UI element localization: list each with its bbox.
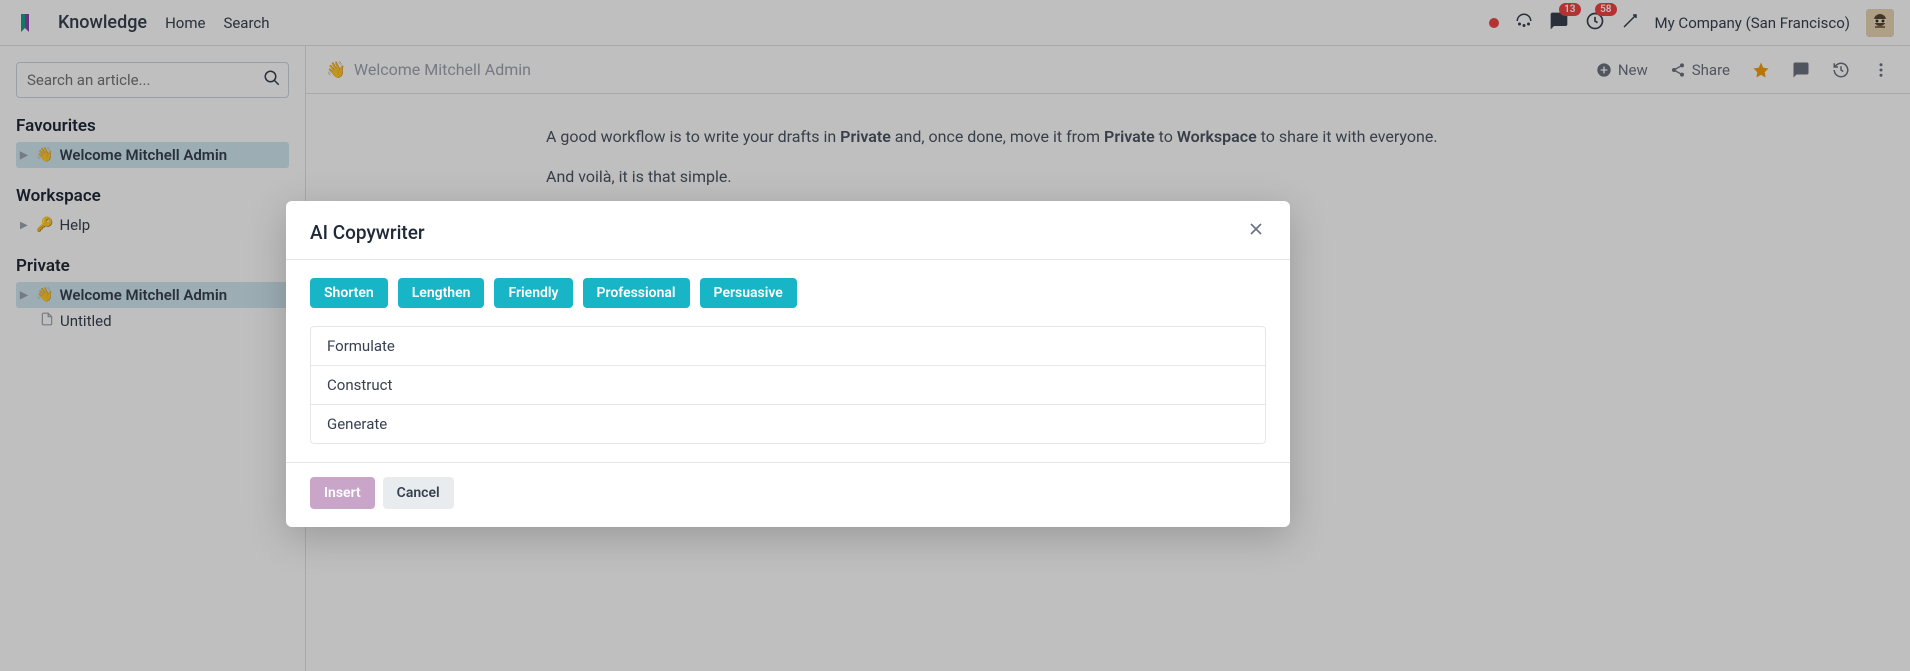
modal-header: AI Copywriter — [286, 201, 1290, 260]
cancel-button[interactable]: Cancel — [383, 477, 454, 509]
tone-pill-row: Shorten Lengthen Friendly Professional P… — [310, 278, 1266, 308]
suggestion-generate[interactable]: Generate — [311, 405, 1265, 443]
suggestion-list: Formulate Construct Generate — [310, 326, 1266, 444]
modal-footer: Insert Cancel — [286, 462, 1290, 527]
pill-persuasive[interactable]: Persuasive — [700, 278, 797, 308]
modal-title: AI Copywriter — [310, 221, 425, 244]
close-icon[interactable] — [1246, 219, 1266, 245]
pill-professional[interactable]: Professional — [583, 278, 690, 308]
suggestion-construct[interactable]: Construct — [311, 366, 1265, 405]
ai-copywriter-modal: AI Copywriter Shorten Lengthen Friendly … — [286, 201, 1290, 527]
modal-body: Shorten Lengthen Friendly Professional P… — [286, 260, 1290, 462]
pill-lengthen[interactable]: Lengthen — [398, 278, 485, 308]
pill-shorten[interactable]: Shorten — [310, 278, 388, 308]
pill-friendly[interactable]: Friendly — [494, 278, 572, 308]
insert-button[interactable]: Insert — [310, 477, 375, 509]
suggestion-formulate[interactable]: Formulate — [311, 327, 1265, 366]
